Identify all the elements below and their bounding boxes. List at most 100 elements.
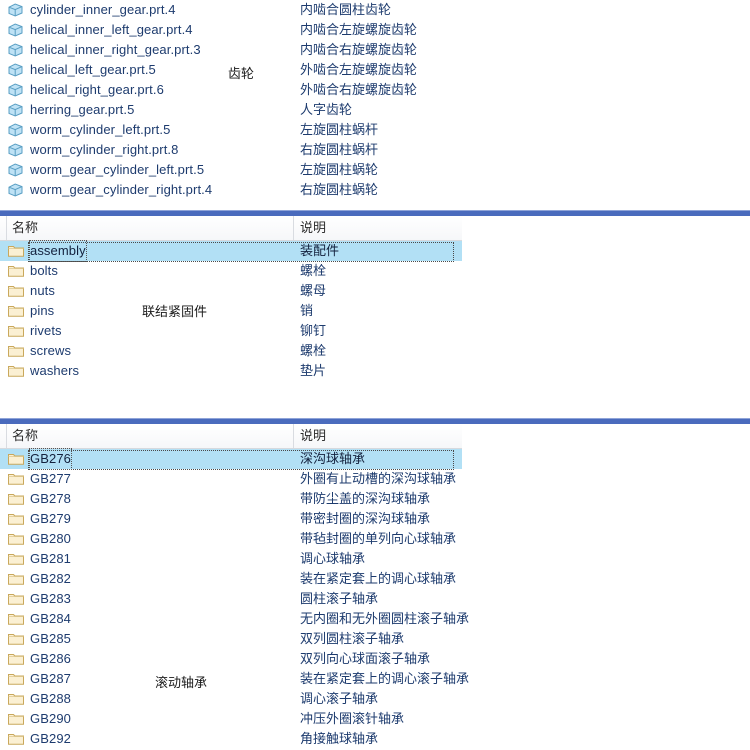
row-name: GB283	[30, 591, 71, 606]
row-name: helical_inner_left_gear.prt.4	[30, 22, 193, 37]
table-row[interactable]: worm_cylinder_left.prt.5 左旋圆柱蜗杆	[0, 120, 462, 140]
table-row[interactable]: washers 垫片	[0, 361, 462, 381]
folder-icon	[8, 712, 24, 726]
row-description: 右旋圆柱蜗轮	[300, 182, 379, 197]
part-cube-icon	[8, 123, 23, 137]
row-description: 铆钉	[300, 323, 327, 338]
row-name: screws	[30, 343, 72, 358]
column-header-desc[interactable]: 说明	[300, 427, 326, 445]
table-row[interactable]: GB286 双列向心球面滚子轴承	[0, 649, 462, 669]
row-description: 内啮合右旋螺旋齿轮	[300, 42, 418, 57]
table-row[interactable]: GB283 圆柱滚子轴承	[0, 589, 462, 609]
row-description: 左旋圆柱蜗杆	[300, 122, 379, 137]
panel-bearings: 名称 说明 GB276 深沟球轴承 GB277 外圈有止动槽的深沟球轴承 GB278 带防…	[0, 424, 750, 750]
table-row[interactable]: GB278 带防尘盖的深沟球轴承	[0, 489, 462, 509]
focus-outline	[28, 242, 454, 262]
table-row[interactable]: GB277 外圈有止动槽的深沟球轴承	[0, 469, 462, 489]
row-name: GB285	[30, 631, 71, 646]
part-cube-icon	[8, 43, 23, 57]
row-description: 装在紧定套上的调心滚子轴承	[300, 671, 470, 686]
part-cube-icon	[8, 163, 23, 177]
row-description: 双列向心球面滚子轴承	[300, 651, 431, 666]
column-header-name[interactable]: 名称	[12, 427, 38, 445]
row-name: herring_gear.prt.5	[30, 102, 135, 117]
table-row[interactable]: helical_inner_left_gear.prt.4 内啮合左旋螺旋齿轮	[0, 20, 462, 40]
row-name: worm_cylinder_right.prt.8	[30, 142, 179, 157]
part-cube-icon	[8, 63, 23, 77]
bearings-list[interactable]: 名称 说明 GB276 深沟球轴承 GB277 外圈有止动槽的深沟球轴承 GB278 带防…	[0, 424, 469, 750]
row-name: helical_right_gear.prt.6	[30, 82, 164, 97]
row-name: GB288	[30, 691, 71, 706]
folder-icon	[8, 512, 24, 526]
row-description: 调心滚子轴承	[300, 691, 379, 706]
table-row[interactable]: nuts 螺母	[0, 281, 462, 301]
row-name: pins	[30, 303, 55, 318]
row-name: cylinder_inner_gear.prt.4	[30, 2, 176, 17]
row-name: worm_gear_cylinder_left.prt.5	[30, 162, 205, 177]
table-row[interactable]: GB287 装在紧定套上的调心滚子轴承	[0, 669, 469, 689]
folder-icon	[8, 532, 24, 546]
row-name: GB292	[30, 731, 71, 746]
row-description: 螺栓	[300, 343, 327, 358]
folder-icon	[8, 364, 24, 378]
column-header-desc[interactable]: 说明	[300, 219, 326, 237]
table-row[interactable]: worm_gear_cylinder_right.prt.4 右旋圆柱蜗轮	[0, 180, 462, 200]
row-name: worm_gear_cylinder_right.prt.4	[30, 182, 213, 197]
table-row[interactable]: GB288 调心滚子轴承	[0, 689, 462, 709]
row-description: 带防尘盖的深沟球轴承	[300, 491, 431, 506]
row-description: 双列圆柱滚子轴承	[300, 631, 405, 646]
row-description: 角接触球轴承	[300, 731, 379, 746]
folder-icon	[8, 344, 24, 358]
folder-icon	[8, 472, 24, 486]
table-row[interactable]: GB281 调心球轴承	[0, 549, 462, 569]
table-row[interactable]: pins 销	[0, 301, 462, 321]
table-row[interactable]: cylinder_inner_gear.prt.4 内啮合圆柱齿轮	[0, 0, 462, 20]
column-header-name[interactable]: 名称	[12, 219, 38, 237]
row-name: GB290	[30, 711, 71, 726]
table-row[interactable]: rivets 铆钉	[0, 321, 462, 341]
row-description: 装配件	[300, 243, 340, 258]
row-description: 外圈有止动槽的深沟球轴承	[300, 471, 457, 486]
focus-outline	[28, 450, 454, 470]
folder-icon	[8, 612, 24, 626]
row-description: 外啮合左旋螺旋齿轮	[300, 62, 418, 77]
folder-icon	[8, 284, 24, 298]
table-row[interactable]: worm_cylinder_right.prt.8 右旋圆柱蜗杆	[0, 140, 462, 160]
row-name: nuts	[30, 283, 55, 298]
folder-icon	[8, 652, 24, 666]
row-description: 圆柱滚子轴承	[300, 591, 379, 606]
group-label-gears: 齿轮	[228, 66, 255, 81]
table-row[interactable]: GB282 装在紧定套上的调心球轴承	[0, 569, 462, 589]
table-row[interactable]: helical_right_gear.prt.6 外啮合右旋螺旋齿轮	[0, 80, 462, 100]
table-row[interactable]: herring_gear.prt.5 人字齿轮	[0, 100, 462, 120]
row-name: GB286	[30, 651, 71, 666]
row-description: 深沟球轴承	[300, 451, 366, 466]
part-cube-icon	[8, 103, 23, 117]
table-row[interactable]: GB290 冲压外圈滚针轴承	[0, 709, 462, 729]
table-row[interactable]: GB280 带毡封圈的单列向心球轴承	[0, 529, 462, 549]
row-name: GB280	[30, 531, 71, 546]
bearings-column-header: 名称 说明	[0, 424, 462, 449]
table-row[interactable]: helical_inner_right_gear.prt.3 内啮合右旋螺旋齿轮	[0, 40, 462, 60]
part-cube-icon	[8, 143, 23, 157]
folder-icon	[8, 324, 24, 338]
row-description: 无内圈和无外圈圆柱滚子轴承	[300, 611, 470, 626]
gears-list[interactable]: cylinder_inner_gear.prt.4 内啮合圆柱齿轮 helical_…	[0, 0, 462, 210]
table-row[interactable]: GB292 角接触球轴承	[0, 729, 462, 749]
folder-icon	[8, 592, 24, 606]
table-row[interactable]: worm_gear_cylinder_left.prt.5 左旋圆柱蜗轮	[0, 160, 462, 180]
table-row[interactable]: GB276 深沟球轴承	[0, 448, 462, 470]
table-row[interactable]: bolts 螺栓	[0, 261, 462, 281]
row-name: helical_inner_right_gear.prt.3	[30, 42, 201, 57]
table-row[interactable]: GB284 无内圈和无外圈圆柱滚子轴承	[0, 609, 469, 629]
table-row[interactable]: screws 螺栓	[0, 341, 462, 361]
part-cube-icon	[8, 83, 23, 97]
table-row[interactable]: assembly 装配件	[0, 240, 462, 262]
table-row[interactable]: GB279 带密封圈的深沟球轴承	[0, 509, 462, 529]
folder-icon	[8, 632, 24, 646]
table-row[interactable]: GB285 双列圆柱滚子轴承	[0, 629, 462, 649]
fasteners-list[interactable]: 名称 说明 assembly 装配件 bolts 螺栓 nuts 螺母 pins 销 rivet…	[0, 216, 462, 404]
row-name: GB277	[30, 471, 71, 486]
row-name: GB281	[30, 551, 71, 566]
folder-icon	[8, 732, 24, 746]
